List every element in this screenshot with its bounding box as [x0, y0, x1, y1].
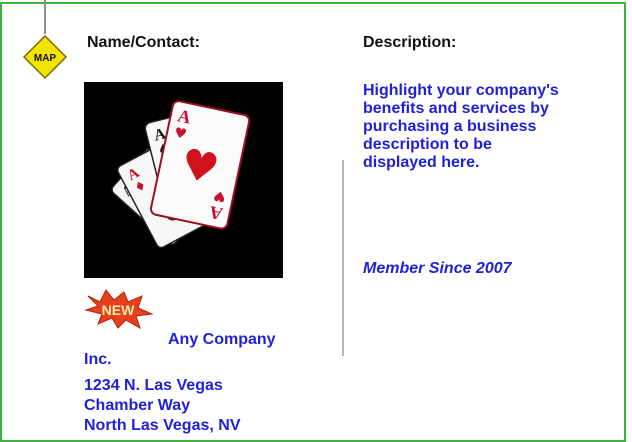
- business-listing: MAP Name/Contact: Description: A ♣ A ♦ A: [0, 0, 632, 442]
- new-badge-label: NEW: [102, 302, 135, 318]
- company-name-continued[interactable]: Inc.: [84, 350, 112, 370]
- column-divider: [342, 160, 344, 356]
- map-pin-stem: [44, 0, 46, 34]
- name-contact-heading: Name/Contact:: [87, 34, 200, 51]
- address-line-1: 1234 N. Las Vegas: [84, 377, 223, 394]
- playing-cards-aces-icon: A ♣ A ♦ A ♠ A ♥ ♥ A: [84, 82, 283, 278]
- description-line: benefits and services by: [363, 100, 549, 117]
- business-photo[interactable]: A ♣ A ♦ A ♠ A ♥ ♥ A: [84, 82, 283, 278]
- description-line: purchasing a business: [363, 118, 537, 135]
- description-line: Highlight your company's: [363, 82, 559, 99]
- map-pin-label: MAP: [34, 53, 57, 64]
- address-line-2: Chamber Way: [84, 397, 191, 414]
- company-name[interactable]: Any Company: [168, 330, 276, 350]
- new-badge: NEW: [84, 288, 156, 330]
- description-line: description to be: [363, 136, 492, 153]
- description-line: displayed here.: [363, 154, 480, 171]
- business-description: Highlight your company's benefits and se…: [363, 82, 615, 172]
- member-since: Member Since 2007: [363, 260, 512, 277]
- address-line-3: North Las Vegas, NV: [84, 417, 241, 434]
- map-pin-icon[interactable]: MAP: [22, 34, 68, 80]
- description-heading: Description:: [363, 34, 457, 51]
